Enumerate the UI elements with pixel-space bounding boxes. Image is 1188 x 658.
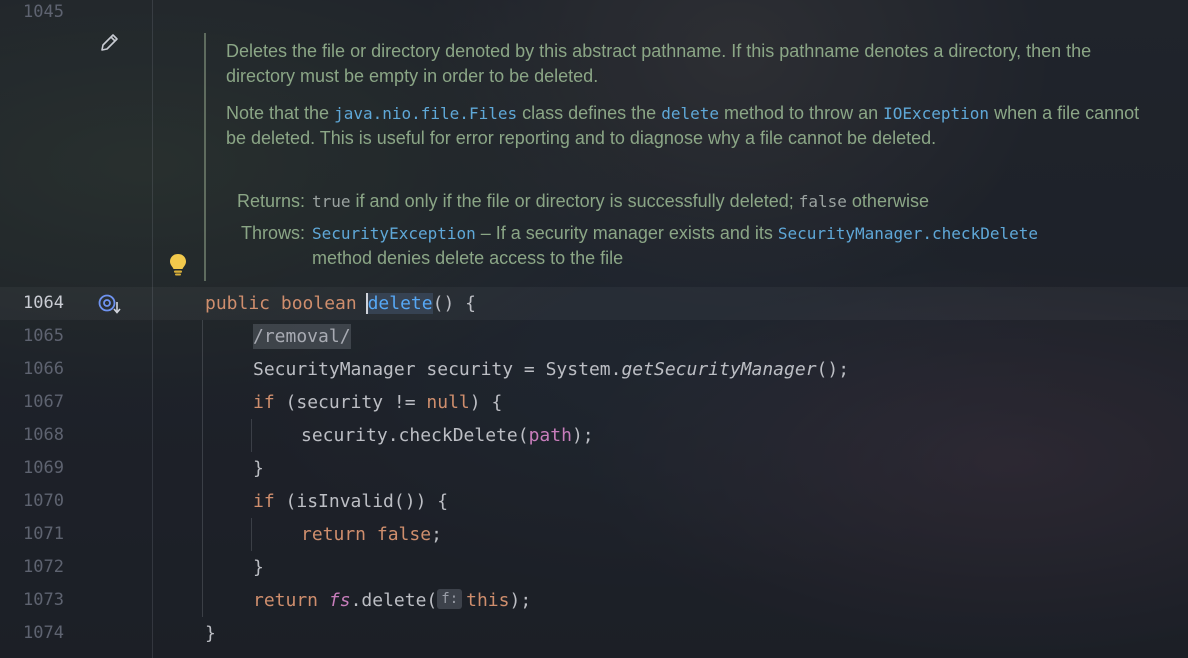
- code-line[interactable]: 1066 SecurityManager security = System.g…: [0, 353, 1188, 386]
- line-number: 1072: [23, 557, 64, 577]
- code-line[interactable]: 1067 if (security != null) {: [0, 386, 1188, 419]
- doc-throws-label: Throws:: [240, 223, 305, 243]
- doc-paragraph-2: Note that the java.nio.file.Files class …: [226, 103, 1140, 148]
- code-line[interactable]: 1065 /removal/: [0, 320, 1188, 353]
- code-line[interactable]: 1068 security.checkDelete(path);: [0, 419, 1188, 452]
- doc-link[interactable]: delete: [661, 104, 719, 123]
- lightbulb-icon[interactable]: [167, 252, 189, 278]
- code-text[interactable]: return fs.delete(f: this);: [253, 584, 531, 617]
- doc-link[interactable]: SecurityManager.checkDelete: [778, 224, 1038, 243]
- code-line[interactable]: 1074 }: [0, 617, 1188, 650]
- code-text[interactable]: security.checkDelete(path);: [301, 419, 594, 452]
- doc-returns-label: Returns:: [236, 191, 305, 211]
- method-name: delete: [365, 293, 433, 314]
- code-text[interactable]: if (isInvalid()) {: [253, 485, 448, 518]
- code-line[interactable]: 1071 return false;: [0, 518, 1188, 551]
- code-line-current[interactable]: 1064 public boolean delete() {: [0, 287, 1188, 320]
- code-text[interactable]: public boolean delete() {: [205, 287, 476, 320]
- line-number: 1071: [23, 524, 64, 544]
- line-number: 1074: [23, 623, 64, 643]
- code-line[interactable]: 1070 if (isInvalid()) {: [0, 485, 1188, 518]
- code-text[interactable]: return false;: [301, 518, 442, 551]
- code-text[interactable]: }: [253, 452, 264, 485]
- line-number: 1068: [23, 425, 64, 445]
- doc-throws-text: SecurityException – If a security manage…: [312, 223, 1038, 268]
- doc-paragraph-1: Deletes the file or directory denoted by…: [226, 41, 1092, 86]
- folded-annotation: /removal/: [253, 324, 351, 349]
- line-number: 1064: [23, 293, 64, 313]
- code-line[interactable]: 1072 }: [0, 551, 1188, 584]
- doc-link[interactable]: SecurityException: [312, 224, 476, 243]
- line-number: 1073: [23, 590, 64, 610]
- line-number: 1070: [23, 491, 64, 511]
- code-text[interactable]: SecurityManager security = System.getSec…: [253, 353, 849, 386]
- doc-link[interactable]: IOException: [883, 104, 989, 123]
- code-text[interactable]: if (security != null) {: [253, 386, 502, 419]
- doc-link[interactable]: java.nio.file.Files: [334, 104, 517, 123]
- code-line: 1045: [0, 0, 1188, 29]
- javadoc-block: Deletes the file or directory denoted by…: [204, 33, 1166, 281]
- code-text[interactable]: }: [253, 551, 264, 584]
- doc-returns-text: true if and only if the file or director…: [312, 191, 929, 211]
- edit-pencil-icon[interactable]: [98, 32, 120, 54]
- line-number: 1065: [23, 326, 64, 346]
- line-number: 1045: [23, 2, 64, 22]
- parameter-hint: f:: [437, 589, 463, 609]
- code-line[interactable]: 1073 return fs.delete(f: this);: [0, 584, 1188, 617]
- code-text[interactable]: /removal/: [253, 320, 351, 353]
- line-number: 1066: [23, 359, 64, 379]
- line-number: 1067: [23, 392, 64, 412]
- line-number: 1069: [23, 458, 64, 478]
- code-text[interactable]: }: [205, 617, 216, 650]
- code-line[interactable]: 1069 }: [0, 452, 1188, 485]
